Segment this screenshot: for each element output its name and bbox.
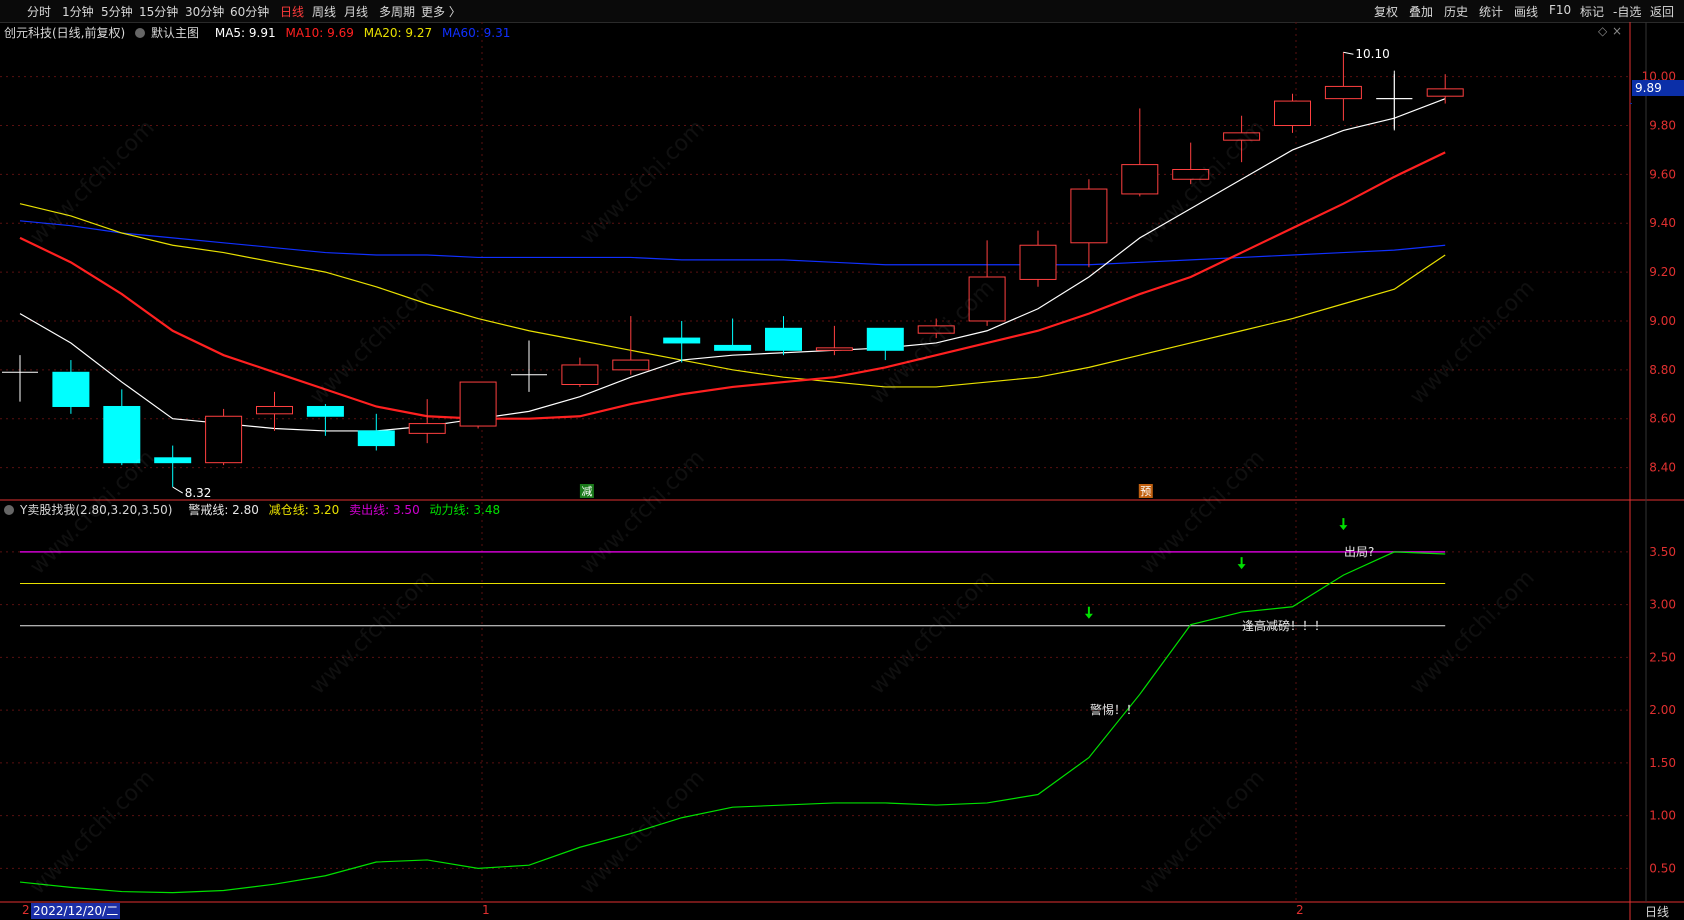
candle-body [714, 344, 752, 351]
main-pane-header: 创元科技(日线,前复权) 默认主图 MA5: 9.91 MA10: 9.69 M… [4, 24, 516, 41]
candle-body [1223, 132, 1261, 141]
ma5-line [19, 98, 1446, 432]
candle-body [1070, 188, 1108, 244]
stock-chart-window: 分时 1分钟 5分钟 15分钟 30分钟 60分钟 日线 周线 月线 多周期 更多 〉 复权 叠加 历史… [0, 0, 1684, 920]
sell-legend: 卖出线: 3.50 [349, 503, 420, 517]
sub-y-tick: 1.50 [1649, 756, 1676, 770]
ma60-legend: MA60: 9.31 [441, 26, 511, 40]
low-pointer [172, 486, 183, 494]
candle-body [612, 359, 650, 371]
close-icon[interactable]: × [1612, 24, 1622, 38]
candle-body [459, 381, 497, 427]
date-marker-1: 1 [482, 903, 490, 917]
indicator-name[interactable]: Y卖股找我(2.80,3.20,3.50) [4, 503, 178, 517]
warn-legend: 警戒线: 2.80 [188, 503, 259, 517]
signal-warn: 预 [1140, 485, 1151, 498]
stock-name: 创元科技(日线,前复权) [4, 26, 126, 40]
main-y-tick: 9.20 [1649, 265, 1676, 279]
sub-y-tick: 3.50 [1649, 545, 1676, 559]
signal-reduce: 减 [581, 485, 592, 498]
low-price-label: 8.32 [185, 486, 212, 500]
candle-body [357, 430, 395, 447]
note-exit: 出局? [1344, 545, 1374, 559]
ma5-legend: MA5: 9.91 [214, 26, 276, 40]
candle-body [408, 423, 446, 434]
candle-body [103, 405, 141, 464]
candle-body [205, 415, 243, 464]
main-y-tick: 8.40 [1649, 461, 1676, 475]
main-y-tick: 8.80 [1649, 363, 1676, 377]
note-alert: 警惕！！ [1090, 702, 1138, 717]
current-price-tag: 9.89 [1632, 80, 1684, 96]
candle-body [1274, 100, 1311, 127]
candle-body [561, 364, 599, 385]
candle-body [154, 457, 192, 464]
candle-body [866, 327, 904, 351]
gear-icon [135, 28, 146, 38]
sub-y-tick: 1.00 [1649, 809, 1676, 823]
candle-body [968, 276, 1006, 322]
arrow-sell-head [1339, 525, 1348, 531]
ma10-line [19, 151, 1446, 420]
ma10-legend: MA10: 9.69 [285, 26, 354, 40]
period-label[interactable]: 日线 [1645, 903, 1669, 920]
candle-body [1172, 168, 1210, 180]
note-reduce: 逢高减磅！！！ [1242, 618, 1326, 633]
sub-y-tick: 3.00 [1649, 598, 1676, 612]
sub-y-tick: 0.50 [1649, 861, 1676, 875]
sub-y-tick: 2.50 [1649, 650, 1676, 664]
reduce-legend: 减仓线: 3.20 [268, 503, 340, 517]
main-y-tick: 9.40 [1649, 216, 1676, 230]
arrow-warn-head [1084, 613, 1093, 619]
candle-body [815, 347, 853, 351]
main-y-tick: 9.80 [1649, 119, 1676, 133]
power-line [19, 551, 1446, 894]
sub-pane-header: Y卖股找我(2.80,3.20,3.50) 警戒线: 2.80 减仓线: 3.2… [4, 501, 506, 518]
date-marker-left: 2 [22, 903, 30, 917]
candle-body [256, 405, 293, 415]
candle-body [663, 337, 701, 344]
main-y-tick: 9.00 [1649, 314, 1676, 328]
candle-body [1324, 85, 1362, 100]
candle-body [1426, 88, 1464, 97]
candle-body [765, 327, 802, 351]
candle-body [917, 325, 955, 334]
power-legend: 动力线: 3.48 [429, 503, 501, 517]
gear-icon [4, 505, 14, 515]
high-price-label: 10.10 [1355, 47, 1389, 61]
template-selector[interactable]: 默认主图 [135, 26, 205, 40]
main-y-tick: 9.60 [1649, 167, 1676, 181]
diamond-icon[interactable]: ◇ [1598, 24, 1607, 38]
high-pointer [1343, 51, 1354, 55]
ma20-legend: MA20: 9.27 [363, 26, 433, 40]
date-marker-2: 2 [1296, 903, 1304, 917]
candle-body [1019, 244, 1057, 280]
arrow-reduce-head [1237, 564, 1246, 570]
candle-body [306, 405, 344, 417]
kline-chart-svg[interactable]: 10.009.809.609.409.209.008.808.608.403.5… [0, 0, 1684, 920]
main-y-tick: 8.60 [1649, 412, 1676, 426]
candle-body [52, 371, 90, 407]
sub-y-tick: 2.00 [1649, 703, 1676, 717]
cursor-date: 2022/12/20/二 [31, 903, 121, 919]
candle-body [1121, 164, 1159, 195]
